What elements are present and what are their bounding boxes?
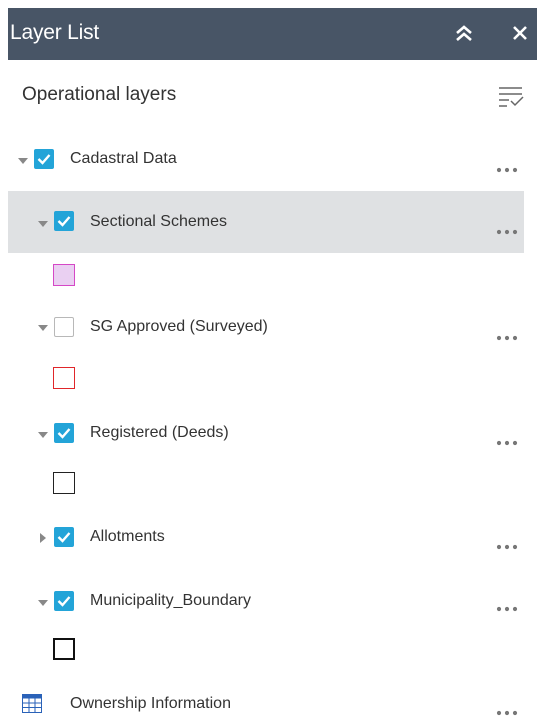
layer-checkbox[interactable] <box>54 423 74 443</box>
layer-list-widget: Layer List Operational layers Cadastral … <box>0 0 537 718</box>
caret-down-icon[interactable] <box>37 321 49 333</box>
table-icon <box>22 694 42 713</box>
layer-checkbox[interactable] <box>34 149 54 169</box>
legend-swatch <box>53 638 75 660</box>
layer-label: Ownership Information <box>70 695 231 712</box>
double-chevron-up-icon[interactable] <box>454 22 474 44</box>
layer-label: Sectional Schemes <box>90 213 227 230</box>
layer-label: Cadastral Data <box>70 150 177 167</box>
more-options-icon[interactable] <box>495 436 519 448</box>
layer-checkbox[interactable] <box>54 591 74 611</box>
layer-label: SG Approved (Surveyed) <box>90 318 268 335</box>
panel-header: Layer List <box>8 8 537 60</box>
caret-down-icon[interactable] <box>17 154 29 166</box>
legend-swatch <box>53 367 75 389</box>
close-icon[interactable] <box>510 22 530 44</box>
layer-item-sectional-schemes[interactable]: Sectional Schemes <box>8 191 524 253</box>
caret-down-icon[interactable] <box>37 428 49 440</box>
legend-swatch <box>53 472 75 494</box>
more-options-icon[interactable] <box>495 602 519 614</box>
operational-layers-title: Operational layers <box>22 84 177 105</box>
legend-swatch <box>53 264 75 286</box>
layer-checkbox[interactable] <box>54 527 74 547</box>
layer-label: Registered (Deeds) <box>90 424 229 441</box>
panel-title: Layer List <box>10 21 100 44</box>
layer-label: Municipality_Boundary <box>90 592 251 609</box>
caret-down-icon[interactable] <box>37 596 49 608</box>
caret-right-icon[interactable] <box>37 531 49 543</box>
layer-checkbox[interactable] <box>54 317 74 337</box>
more-options-icon[interactable] <box>495 706 519 718</box>
more-options-icon[interactable] <box>495 163 519 175</box>
layer-checkbox[interactable] <box>54 211 74 231</box>
caret-down-icon[interactable] <box>37 217 49 229</box>
layer-options-icon[interactable] <box>498 84 524 108</box>
more-options-icon[interactable] <box>495 225 519 237</box>
more-options-icon[interactable] <box>495 331 519 343</box>
more-options-icon[interactable] <box>495 540 519 552</box>
layer-label: Allotments <box>90 528 165 545</box>
